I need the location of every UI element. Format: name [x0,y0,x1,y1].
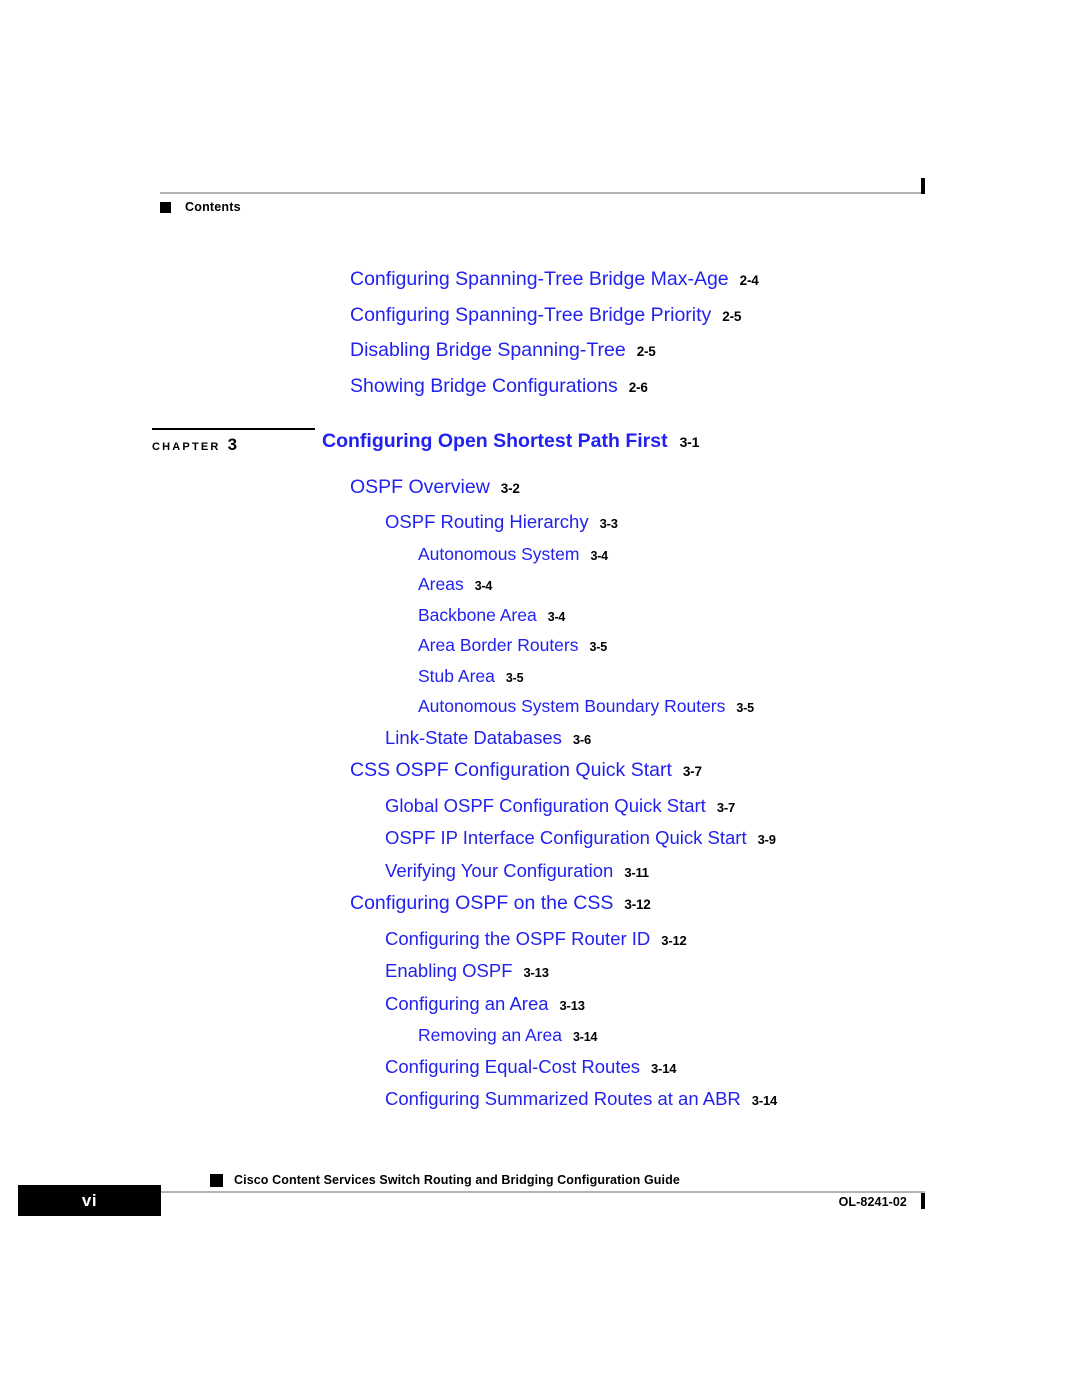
chapter-word: CHAPTER [152,440,221,453]
toc-entry-page: 3-13 [523,965,549,980]
toc-entry[interactable]: Disabling Bridge Spanning-Tree 2-5 [0,339,1080,362]
toc-entry-page: 3-4 [547,609,566,624]
toc-entry[interactable]: OSPF Routing Hierarchy 3-3 [0,511,1080,533]
toc-entry-title: Link-State Databases [385,726,562,748]
toc-entry-title: OSPF Routing Hierarchy [385,511,589,532]
document-id: OL-8241-02 [838,1195,907,1209]
toc-entry-page: 3-14 [651,1060,677,1076]
page-number: vi [81,1190,98,1210]
toc-entry-page: 3-4 [590,548,608,563]
chapter-page-number: 3-1 [679,433,700,450]
toc-entry[interactable]: Autonomous System Boundary Routers 3-5 [0,696,1080,717]
toc-chapter3-entries: OSPF Overview 3-2 OSPF Routing Hierarchy 3-… [0,476,1080,1111]
toc-entry-page: 2-5 [636,344,656,359]
toc-entry-title: Backbone Area [418,604,537,625]
toc-entry[interactable]: Area Border Routers 3-5 [0,635,1080,656]
chapter-label: CHAPTER 3 [152,427,315,455]
toc-entry-title: Configuring Summarized Routes at an ABR [385,1088,741,1109]
toc-entry-page: 3-2 [500,480,520,496]
toc-entry-title: Global OSPF Configuration Quick Start [385,794,706,816]
toc-entry-page: 2-5 [722,308,742,324]
toc-entry-title: Areas [418,574,464,594]
page-header: Contents [160,178,925,214]
toc-entry-title: Configuring the OSPF Router ID [385,927,651,949]
chapter-rule [152,427,315,430]
toc-entry[interactable]: OSPF Overview 3-2 [0,476,1080,499]
toc-entry[interactable]: OSPF IP Interface Configuration Quick St… [0,827,1080,849]
toc-entry-title: Disabling Bridge Spanning-Tree [350,339,626,361]
toc-entry-page: 3-4 [474,579,493,593]
toc-entry-page: 3-9 [757,832,776,847]
toc-entry[interactable]: Link-State Databases 3-6 [0,727,1080,749]
footer-title-row: Cisco Content Services Switch Routing an… [160,1170,925,1190]
toc-entry-title: Enabling OSPF [385,960,513,981]
toc-entry[interactable]: Global OSPF Configuration Quick Start 3-7 [0,795,1080,817]
toc-entry-page: 3-11 [624,864,649,880]
page-edge-tick-icon [921,178,925,194]
toc-entry-title: Autonomous System Boundary Routers [418,696,726,716]
toc-entry-title: CSS OSPF Configuration Quick Start [350,759,672,781]
toc-entry-page: 3-7 [716,799,736,815]
chapter-title: Configuring Open Shortest Path First [322,429,668,452]
toc-entry[interactable]: Configuring an Area 3-13 [0,993,1080,1015]
header-rule [160,178,925,194]
toc-entry[interactable]: Autonomous System 3-4 [0,544,1080,565]
toc-entry-title: Configuring Spanning-Tree Bridge Priorit… [350,303,712,326]
toc-entry-title: Configuring Equal-Cost Routes [385,1055,641,1077]
toc-entry-page: 3-12 [624,897,651,912]
toc-entry-title: Autonomous System [418,543,580,564]
toc-entry-page: 3-5 [736,701,754,715]
guide-title: Cisco Content Services Switch Routing an… [234,1173,680,1187]
toc-chapter2-entries: Configuring Spanning-Tree Bridge Max-Age… [0,268,1080,398]
page-footer: Cisco Content Services Switch Routing an… [18,1170,925,1223]
toc-entry-title: Configuring an Area [385,992,549,1014]
black-square-bullet-icon [210,1173,223,1187]
toc-entry-page: 3-12 [661,932,687,948]
toc-entry-page: 3-6 [572,731,592,747]
toc-entry[interactable]: Verifying Your Configuration 3-11 [0,860,1080,882]
toc-entry-page: 3-5 [589,640,608,654]
toc-entry-chapter-title[interactable]: Configuring Open Shortest Path First 3-1 [322,430,699,453]
chapter-heading-block: CHAPTER 3 Configuring Open Shortest Path… [0,427,1080,462]
toc-entry-title: Showing Bridge Configurations [350,374,618,397]
chapter-label-row: CHAPTER 3 [152,435,315,455]
toc-entry-page: 3-5 [505,670,524,685]
toc-entry[interactable]: Stub Area 3-5 [0,666,1080,687]
toc-entry-title: OSPF IP Interface Configuration Quick St… [385,827,747,848]
toc-entry-title: OSPF Overview [350,475,490,498]
toc-entry[interactable]: Configuring the OSPF Router ID 3-12 [0,928,1080,950]
toc-entry[interactable]: Removing an Area 3-14 [0,1025,1080,1046]
toc-entry-page: 3-3 [599,516,618,531]
toc-entry-page: 2-6 [628,379,648,395]
toc-entry-page: 3-13 [559,997,585,1013]
toc-entry-title: Area Border Routers [418,635,579,655]
toc-entry[interactable]: Enabling OSPF 3-13 [0,960,1080,982]
page-number-box: vi [18,1185,161,1216]
toc-entry[interactable]: Configuring Spanning-Tree Bridge Priorit… [0,304,1080,327]
toc-entry-page: 2-4 [739,273,759,288]
toc-entry-title: Verifying Your Configuration [385,859,614,881]
toc-entry[interactable]: Areas 3-4 [0,574,1080,595]
toc-entry-title: Configuring OSPF on the CSS [350,892,614,914]
black-square-bullet-icon [160,201,171,213]
table-of-contents: Configuring Spanning-Tree Bridge Max-Age… [0,268,1080,1121]
toc-entry-page: 3-14 [572,1030,598,1044]
toc-entry[interactable]: Backbone Area 3-4 [0,605,1080,626]
toc-entry[interactable]: Configuring Equal-Cost Routes 3-14 [0,1056,1080,1078]
toc-entry-title: Stub Area [418,665,495,686]
toc-entry-title: Configuring Spanning-Tree Bridge Max-Age [350,268,729,290]
toc-entry[interactable]: Configuring Spanning-Tree Bridge Max-Age… [0,268,1080,291]
toc-entry-page: 3-14 [751,1093,778,1108]
toc-entry[interactable]: CSS OSPF Configuration Quick Start 3-7 [0,759,1080,782]
toc-entry[interactable]: Configuring Summarized Routes at an ABR 3… [0,1088,1080,1110]
toc-entry-title: Removing an Area [418,1025,562,1045]
toc-entry-page: 3-7 [682,764,702,779]
footer-bottom-row: vi OL-8241-02 [18,1185,925,1223]
toc-entry[interactable]: Showing Bridge Configurations 2-6 [0,375,1080,398]
running-header-title: Contents [185,200,241,214]
chapter-number: 3 [227,434,238,454]
header-title-row: Contents [160,200,925,214]
toc-entry[interactable]: Configuring OSPF on the CSS 3-12 [0,892,1080,915]
